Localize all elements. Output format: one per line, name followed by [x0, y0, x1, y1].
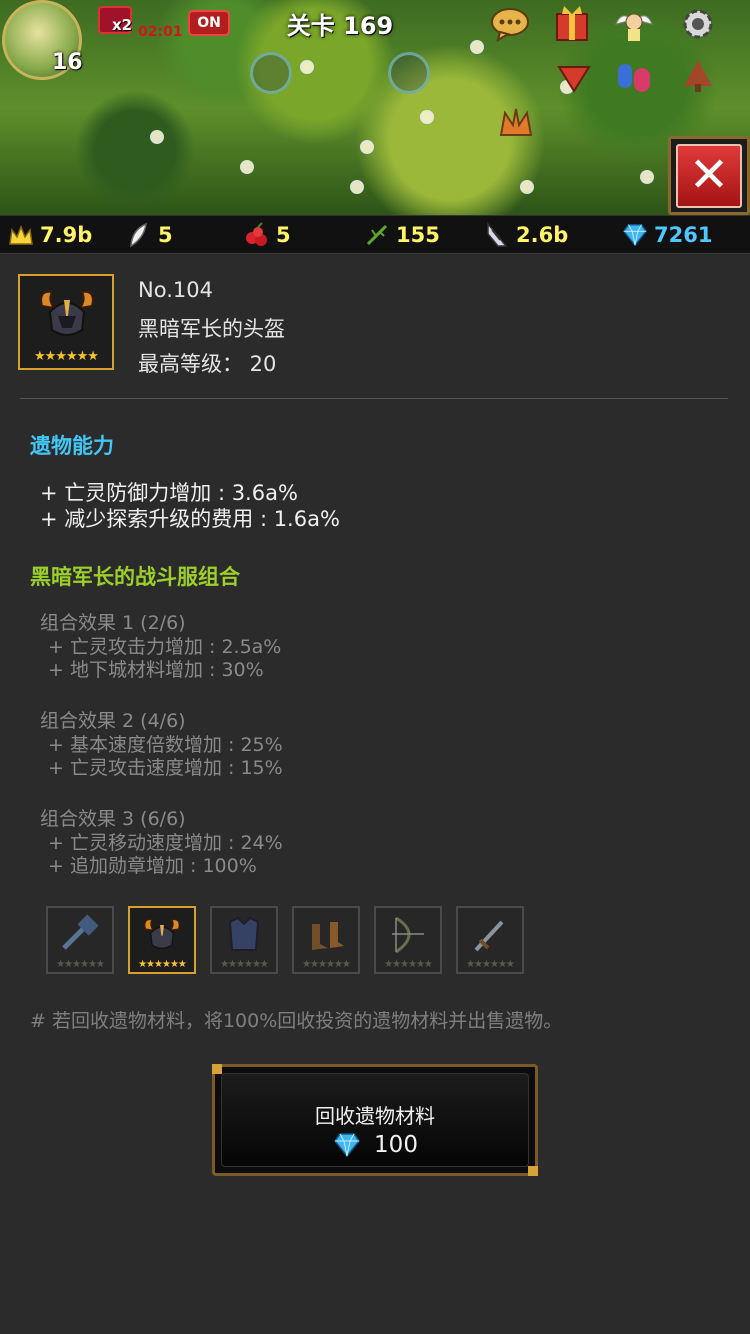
gem-icon — [622, 224, 648, 247]
berries-icon — [246, 222, 267, 246]
chat-button[interactable] — [488, 2, 532, 46]
relic-slot: ★★★★★★ — [18, 274, 114, 370]
ability-section-title: 遗物能力 — [30, 434, 114, 458]
set-piece-stars: ★★★★★★ — [302, 959, 351, 970]
wing-value: 2.6b — [516, 223, 569, 247]
recycle-label: 回收遗物材料 — [315, 1104, 435, 1128]
set-effect-line: + 追加勋章增加 : 100% — [48, 855, 257, 877]
relic-number: No.104 — [138, 278, 213, 302]
frame-corner — [528, 1166, 538, 1176]
recycle-note: # 若回收遗物材料，将100%回收投资的遗物材料并出售遗物。 — [30, 1010, 563, 1032]
crown-marker-icon — [494, 100, 538, 144]
set-effect-line: + 地下城材料增加 : 30% — [48, 659, 264, 681]
recycle-button[interactable]: 回收遗物材料 100 — [212, 1064, 538, 1176]
set-effect-1-title: 组合效果 1 (2/6) — [40, 612, 186, 634]
sword-icon — [474, 920, 504, 952]
flower-decoration — [150, 130, 164, 144]
frame-corner — [212, 1064, 222, 1074]
friends-icon — [618, 64, 650, 92]
recycle-cost: 100 — [222, 1132, 528, 1158]
relic-stars: ★★★★★★ — [34, 349, 99, 364]
set-piece-armor[interactable]: ★★★★★★ — [210, 906, 278, 974]
set-piece-boots[interactable]: ★★★★★★ — [292, 906, 360, 974]
set-piece-stars: ★★★★★★ — [384, 959, 433, 970]
angel-button[interactable] — [612, 2, 656, 46]
boots-icon — [312, 922, 344, 950]
twig-icon — [366, 224, 388, 246]
dark-helmet-icon — [40, 290, 94, 336]
resource-berries: 5 — [244, 220, 291, 250]
set-section-title: 黑暗军长的战斗服组合 — [30, 565, 240, 589]
gem-value: 7261 — [654, 223, 713, 247]
set-effect-line: + 亡灵攻击速度增加 : 15% — [48, 757, 283, 779]
crown-icon — [9, 224, 33, 245]
game-scene: 16 x2 02:01 ON 关卡 169 ✕ — [0, 0, 750, 215]
flower-decoration — [420, 110, 434, 124]
feather-icon — [130, 222, 147, 248]
resource-bar: 7.9b 5 5 155 2.6b 7261 — [0, 215, 750, 254]
player-level: 16 — [52, 50, 83, 75]
shop-button[interactable] — [552, 56, 596, 100]
resource-crown: 7.9b — [8, 220, 92, 250]
armor-icon — [228, 916, 260, 951]
chat-icon — [491, 8, 529, 42]
resource-feather: 5 — [126, 220, 173, 250]
speed-multiplier: x2 — [112, 16, 133, 34]
flower-decoration — [360, 140, 374, 154]
friends-button[interactable] — [612, 54, 656, 98]
dark-helmet-icon — [144, 918, 180, 949]
recycle-button-face: 回收遗物材料 100 — [221, 1073, 529, 1167]
red-arrow-icon — [557, 66, 591, 93]
berries-value: 5 — [276, 223, 291, 247]
set-piece-stars: ★★★★★★ — [220, 959, 269, 970]
unit-marker-icon — [250, 52, 292, 94]
gift-icon — [556, 6, 588, 41]
resource-gems[interactable]: 7261 — [622, 220, 712, 250]
bow-icon — [392, 916, 424, 954]
wing-icon — [487, 222, 508, 247]
flower-decoration — [520, 180, 534, 194]
gem-icon — [334, 1133, 360, 1158]
close-icon: ✕ — [676, 143, 742, 208]
set-piece-helmet[interactable]: ★★★★★★ — [128, 906, 196, 974]
hammer-icon — [62, 914, 99, 950]
set-piece-stars: ★★★★★★ — [466, 959, 515, 970]
set-piece-stars: ★★★★★★ — [56, 959, 105, 970]
flower-decoration — [640, 170, 654, 184]
set-piece-bow[interactable]: ★★★★★★ — [374, 906, 442, 974]
close-button[interactable]: ✕ — [668, 136, 750, 215]
twig-value: 155 — [396, 223, 440, 247]
set-piece-sword[interactable]: ★★★★★★ — [456, 906, 524, 974]
tree-icon — [684, 60, 712, 92]
resource-wing: 2.6b — [484, 220, 568, 250]
settings-button[interactable] — [676, 2, 720, 46]
speed-timer: 02:01 — [138, 24, 183, 40]
set-effect-2-title: 组合效果 2 (4/6) — [40, 710, 186, 732]
set-effect-3-title: 组合效果 3 (6/6) — [40, 808, 186, 830]
flower-decoration — [470, 40, 484, 54]
ability-line: + 减少探索升级的费用 : 1.6a% — [40, 507, 340, 531]
flower-decoration — [240, 160, 254, 174]
flower-decoration — [300, 60, 314, 74]
tree-button[interactable] — [676, 54, 720, 98]
set-piece-stars: ★★★★★★ — [138, 959, 187, 970]
gift-button[interactable] — [550, 2, 594, 46]
unit-marker-icon — [388, 52, 430, 94]
angel-icon — [615, 13, 653, 41]
relic-name: 黑暗军长的头盔 — [138, 317, 285, 341]
auto-toggle-button[interactable]: ON — [188, 10, 230, 36]
recycle-cost-value: 100 — [374, 1132, 418, 1158]
set-piece-hammer[interactable]: ★★★★★★ — [46, 906, 114, 974]
relic-detail-panel: ★★★★★★ No.104 黑暗军长的头盔 最高等级： 20 遗物能力 + 亡灵… — [0, 254, 750, 1334]
resource-twig: 155 — [364, 220, 440, 250]
feather-value: 5 — [158, 223, 173, 247]
divider — [20, 398, 728, 399]
flower-decoration — [350, 180, 364, 194]
crown-value: 7.9b — [40, 223, 93, 247]
stage-title: 关卡 169 — [286, 12, 394, 40]
gear-icon — [683, 9, 713, 39]
relic-max-level: 最高等级： 20 — [138, 352, 277, 376]
